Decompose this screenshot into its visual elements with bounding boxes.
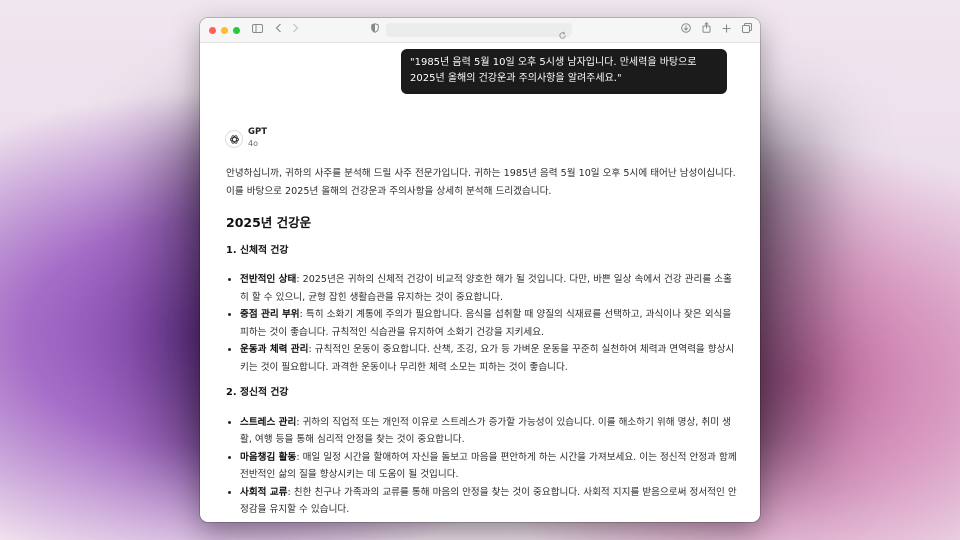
list-item: 중점 관리 부위: 특히 소화기 계통에 주의가 필요합니다. 음식을 섭취할 … xyxy=(240,306,740,341)
assistant-name: GPT xyxy=(248,127,268,137)
section-title-physical: 1. 신체적 건강 xyxy=(226,244,289,256)
toolbar-actions xyxy=(681,18,752,42)
assistant-model: 4o xyxy=(248,139,258,148)
item-label: 운동과 체력 관리 xyxy=(240,344,309,355)
item-text: : 규칙적인 운동이 중요합니다. 산책, 조깅, 요가 등 가벼운 운동을 꾸… xyxy=(240,344,735,373)
item-text: : 친한 친구나 가족과의 교류를 통해 마음의 안정을 찾는 것이 중요합니다… xyxy=(240,486,737,516)
close-window-button[interactable] xyxy=(209,26,216,34)
assistant-response: 안녕하십니까, 귀하의 사주를 분석해 드릴 사주 전문가입니다. 귀하는 19… xyxy=(226,165,740,522)
back-icon[interactable] xyxy=(275,18,282,42)
user-message-text: "1985년 음력 5월 10일 오후 5시생 남자입니다. 만세력을 바탕으로… xyxy=(410,57,697,84)
item-label: 중점 관리 부위 xyxy=(240,309,300,320)
reload-icon[interactable] xyxy=(558,25,567,44)
new-tab-icon[interactable] xyxy=(722,18,731,42)
list-item: 사회적 교류: 친한 친구나 가족과의 교류를 통해 마음의 안정을 찾는 것이… xyxy=(240,484,740,519)
user-message-bubble: "1985년 음력 5월 10일 오후 5시생 남자입니다. 만세력을 바탕으로… xyxy=(401,49,727,94)
title-bar xyxy=(200,18,760,43)
mental-health-list: 스트레스 관리: 귀하의 직업적 또는 개인적 이유로 스트레스가 증가할 가능… xyxy=(226,414,740,519)
list-item: 스트레스 관리: 귀하의 직업적 또는 개인적 이유로 스트레스가 증가할 가능… xyxy=(240,414,740,449)
zoom-window-button[interactable] xyxy=(233,26,240,34)
item-label: 스트레스 관리 xyxy=(240,416,297,428)
physical-health-list: 전반적인 상태: 2025년은 귀하의 신체적 건강이 비교적 양호한 해가 될… xyxy=(226,271,740,376)
browser-window: "1985년 음력 5월 10일 오후 5시생 남자입니다. 만세력을 바탕으로… xyxy=(200,18,760,522)
shield-icon[interactable] xyxy=(371,18,379,42)
section-title-mental: 2. 정신적 건강 xyxy=(226,387,289,398)
chat-content: "1985년 음력 5월 10일 오후 5시생 남자입니다. 만세력을 바탕으로… xyxy=(200,43,760,522)
list-item: 전반적인 상태: 2025년은 귀하의 신체적 건강이 비교적 양호한 해가 될… xyxy=(240,271,740,306)
response-heading: 2025년 건강운 xyxy=(226,215,312,230)
tabs-icon[interactable] xyxy=(742,18,752,42)
item-text: : 귀하의 직업적 또는 개인적 이유로 스트레스가 증가할 가능성이 있습니다… xyxy=(240,416,731,446)
forward-icon[interactable] xyxy=(292,18,299,42)
sidebar-icon[interactable] xyxy=(252,18,263,42)
item-text: : 특히 소화기 계통에 주의가 필요합니다. 음식을 섭취할 때 양질의 식재… xyxy=(240,309,732,338)
item-text: : 매일 일정 시간을 할애하여 자신을 돌보고 마음을 편안하게 하는 시간을… xyxy=(240,451,737,481)
response-intro: 안녕하십니까, 귀하의 사주를 분석해 드릴 사주 전문가입니다. 귀하는 19… xyxy=(226,168,736,197)
download-icon[interactable] xyxy=(681,18,691,42)
assistant-header: GPT 4o xyxy=(226,127,267,149)
assistant-identity: GPT 4o xyxy=(248,127,267,149)
item-label: 사회적 교류 xyxy=(240,486,288,498)
list-item: 마음챙김 활동: 매일 일정 시간을 할애하여 자신을 돌보고 마음을 편안하게… xyxy=(240,449,740,484)
address-bar[interactable] xyxy=(386,23,572,39)
list-item: 운동과 체력 관리: 규칙적인 운동이 중요합니다. 산책, 조깅, 요가 등 … xyxy=(240,341,740,376)
item-label: 전반적인 상태 xyxy=(240,274,297,285)
share-icon[interactable] xyxy=(702,18,711,42)
openai-logo-icon xyxy=(226,131,242,147)
item-text: : 2025년은 귀하의 신체적 건강이 비교적 양호한 해가 될 것입니다. … xyxy=(240,274,732,303)
item-label: 마음챙김 활동 xyxy=(240,451,297,463)
minimize-window-button[interactable] xyxy=(221,26,228,34)
traffic-lights xyxy=(209,26,240,34)
